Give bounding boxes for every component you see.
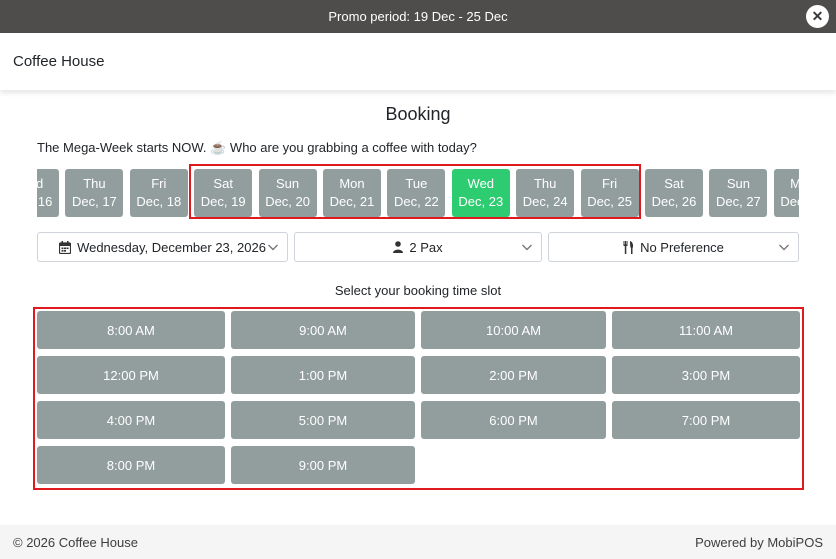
date-option-date: Dec, 25 xyxy=(587,194,632,209)
date-option-date: Dec, 27 xyxy=(715,194,761,209)
time-slot-button[interactable]: 7:00 PM xyxy=(612,401,800,439)
time-slot-button[interactable]: 5:00 PM xyxy=(231,401,415,439)
date-option-day: Sat xyxy=(213,176,233,191)
footer-copyright: © 2026 Coffee House xyxy=(13,534,138,550)
time-slot-grid: 8:00 AM 9:00 AM 10:00 AM 11:00 AM 12:00 PM 1:… xyxy=(33,307,804,490)
time-slot-button[interactable]: 6:00 PM xyxy=(421,401,606,439)
date-option-day: Sun xyxy=(726,176,750,191)
date-picker[interactable]: Wednesday, December 23, 2026 xyxy=(37,232,288,262)
date-option-day: Mon xyxy=(790,176,799,191)
date-option[interactable]: Fri Dec, 18 xyxy=(129,169,188,217)
user-icon xyxy=(393,241,404,253)
store-name[interactable]: Coffee House xyxy=(13,53,104,70)
time-slot-button[interactable]: 8:00 PM xyxy=(37,446,225,484)
time-slot-button[interactable]: 8:00 AM xyxy=(37,311,225,349)
date-option[interactable]: Mon Dec, 21 xyxy=(323,169,381,217)
date-option-day: Sat xyxy=(664,176,684,191)
date-option[interactable]: Thu Dec, 24 xyxy=(516,169,575,217)
pax-select[interactable]: 2 Pax xyxy=(294,232,542,262)
date-option-day: Wed xyxy=(467,176,495,191)
date-option-day: Thu xyxy=(533,176,557,191)
date-option-date: Dec, 16 xyxy=(37,194,53,209)
footer: © 2026 Coffee House Powered by MobiPOS xyxy=(0,525,836,559)
promo-text: Promo period: 19 Dec - 25 Dec xyxy=(328,9,508,24)
date-option[interactable]: Thu Dec, 17 xyxy=(65,169,124,217)
pax-select-value: 2 Pax xyxy=(409,239,443,255)
footer-powered-by[interactable]: Powered by MobiPOS xyxy=(695,535,823,550)
date-selector[interactable]: Wed Dec, 16 Thu Dec, 17 Fri Dec, 18 Sat Dec, 19… xyxy=(37,169,799,217)
date-option[interactable]: Tue Dec, 22 xyxy=(387,169,446,217)
time-slot-button[interactable]: 12:00 PM xyxy=(37,356,225,394)
date-option-date: Dec, 17 xyxy=(71,194,117,209)
time-slot-caption: Select your booking time slot xyxy=(334,283,502,298)
chevron-down-icon xyxy=(268,244,278,251)
time-slot-button[interactable]: 9:00 AM xyxy=(231,311,415,349)
date-option[interactable]: Sat Dec, 26 xyxy=(645,169,703,217)
page-title: Booking xyxy=(385,104,451,124)
time-slot-button[interactable]: 9:00 PM xyxy=(231,446,415,484)
date-option-day: Wed xyxy=(37,176,44,191)
date-option-day: Fri xyxy=(602,176,618,191)
date-option-date: Dec, 24 xyxy=(522,194,568,209)
date-option[interactable]: Sat Dec, 19 xyxy=(194,169,253,217)
preference-select-value: No Preference xyxy=(640,239,724,255)
close-icon[interactable]: ✕ xyxy=(806,5,829,28)
chevron-down-icon xyxy=(779,244,789,251)
date-option-date: Dec, 20 xyxy=(265,194,310,209)
date-option[interactable]: Wed Dec, 23 xyxy=(451,169,510,217)
date-option-date: Dec, 21 xyxy=(329,194,375,209)
date-option-day: Sun xyxy=(276,176,300,191)
date-option-date: Dec, 26 xyxy=(651,194,697,209)
site-header: Coffee House xyxy=(0,33,836,90)
preference-select[interactable]: No Preference xyxy=(548,232,799,262)
time-slot-button[interactable]: 3:00 PM xyxy=(612,356,800,394)
date-option-day: Mon xyxy=(339,176,365,191)
date-option-date: Dec, 18 xyxy=(136,194,182,209)
date-option-date: Dec, 19 xyxy=(200,194,246,209)
date-option-date: Dec, 22 xyxy=(393,194,439,209)
time-slot-button[interactable]: 1:00 PM xyxy=(231,356,415,394)
time-slot-button[interactable]: 2:00 PM xyxy=(421,356,606,394)
promo-intro-text: The Mega-Week starts NOW. ☕ Who are you … xyxy=(37,140,477,155)
date-option[interactable]: Mon Dec, 28 xyxy=(773,169,799,217)
promo-bar: Promo period: 19 Dec - 25 Dec ✕ xyxy=(0,0,836,33)
time-slot-button[interactable]: 4:00 PM xyxy=(37,401,225,439)
date-option-day: Tue xyxy=(405,176,428,191)
time-slot-button[interactable]: 10:00 AM xyxy=(421,311,606,349)
utensils-icon xyxy=(623,240,634,254)
date-picker-value: Wednesday, December 23, 2026 xyxy=(77,239,266,255)
date-option[interactable]: Fri Dec, 25 xyxy=(580,169,639,217)
time-slot-button[interactable]: 11:00 AM xyxy=(612,311,800,349)
date-option-day: Thu xyxy=(83,176,106,191)
date-option[interactable]: Sun Dec, 27 xyxy=(709,169,768,217)
date-option-date: Dec, 28 xyxy=(780,194,799,209)
date-option-date: Dec, 23 xyxy=(458,194,504,209)
calendar-icon xyxy=(59,240,72,254)
date-option[interactable]: Wed Dec, 16 xyxy=(37,169,59,217)
chevron-down-icon xyxy=(522,244,532,251)
date-option[interactable]: Sun Dec, 20 xyxy=(258,169,317,217)
date-option-day: Fri xyxy=(151,176,167,191)
